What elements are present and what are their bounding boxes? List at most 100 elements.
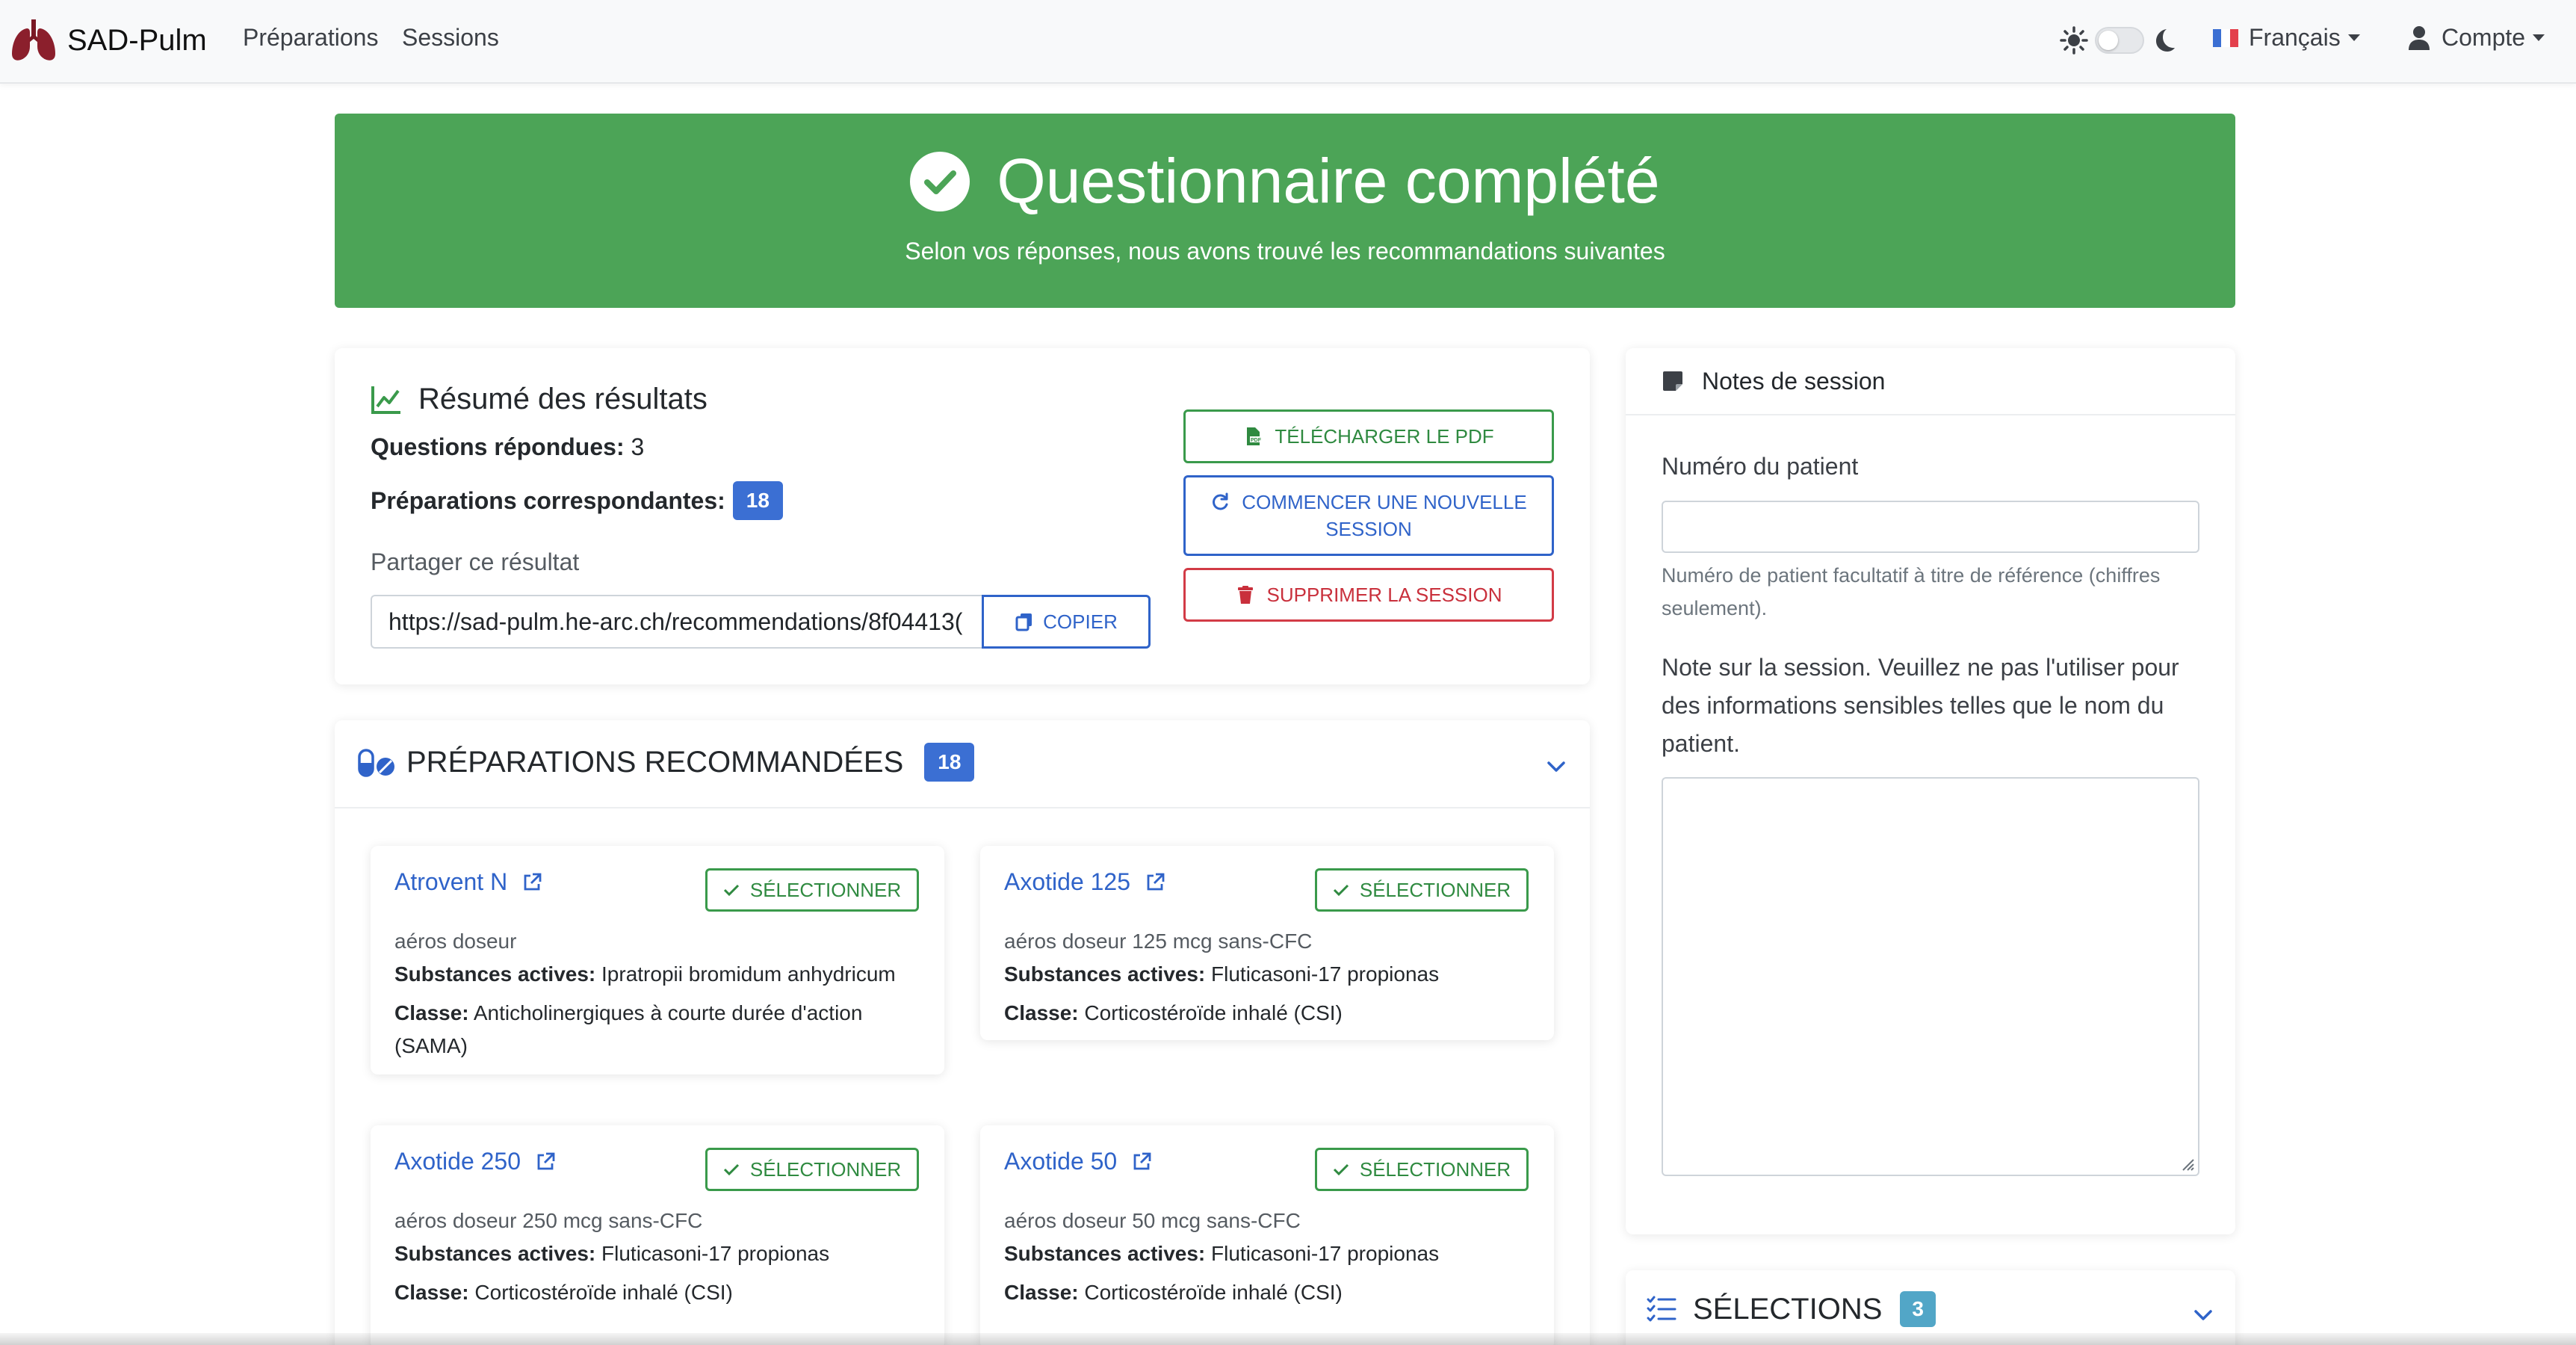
external-link-icon (524, 873, 542, 890)
toggle-knob (2099, 31, 2118, 50)
new-session-label-line1: COMMENCER UNE NOUVELLE (1242, 491, 1527, 513)
external-link-icon (1133, 1152, 1151, 1169)
download-pdf-button[interactable]: PDF TÉLÉCHARGER LE PDF (1183, 409, 1554, 463)
questions-answered-value: 3 (631, 433, 645, 460)
check-icon (1333, 884, 1349, 897)
patient-number-input[interactable] (1662, 501, 2199, 553)
chevron-down-icon[interactable] (2193, 1309, 2213, 1321)
sticky-note-icon (1663, 371, 1682, 391)
preparation-form: aéros doseur 250 mcg sans-CFC (394, 1209, 703, 1232)
summary-title-row: Résumé des résultats (371, 383, 708, 416)
class-value: Corticostéroïde inhalé (CSI) (1084, 1001, 1343, 1024)
check-circle-icon (910, 151, 970, 211)
preparation-link[interactable]: Atrovent N (394, 868, 542, 896)
session-note-textarea[interactable] (1662, 777, 2199, 1176)
select-label: SÉLECTIONNER (749, 878, 902, 901)
recommended-title: PRÉPARATIONS RECOMMANDÉES (406, 745, 904, 779)
select-button[interactable]: SÉLECTIONNER (705, 1148, 919, 1191)
recommended-count-badge: 18 (924, 743, 975, 782)
class-label: Classe: (1004, 1001, 1079, 1024)
sun-icon (2060, 26, 2088, 55)
external-link-icon (1147, 873, 1165, 890)
window-bottom-edge (0, 1333, 2576, 1345)
hero-title-row: Questionnaire complété (335, 145, 2235, 217)
substances-value: Ipratropii bromidum anhydricum (601, 962, 896, 986)
questions-answered: Questions répondues: 3 (371, 433, 644, 461)
completion-banner: Questionnaire complété Selon vos réponse… (335, 114, 2235, 308)
dark-mode-toggle[interactable] (2095, 27, 2144, 54)
list-check-icon (1647, 1296, 1676, 1322)
new-session-button[interactable]: COMMENCER UNE NOUVELLE SESSION (1183, 475, 1554, 556)
language-label: Français (2249, 24, 2341, 51)
user-icon (2409, 25, 2430, 50)
preparation-class: Classe: Corticostéroïde inhalé (CSI) (1004, 1276, 1527, 1309)
class-value: Anticholinergiques à courte durée d'acti… (473, 1001, 863, 1024)
preparation-link[interactable]: Axotide 50 (1004, 1148, 1151, 1175)
preparation-card: Atrovent N SÉLECTIONNER aéros doseur Sub… (371, 846, 944, 1075)
preparation-link[interactable]: Axotide 125 (1004, 868, 1165, 896)
share-url-value: https://sad-pulm.he-arc.ch/recommendatio… (388, 608, 963, 635)
nav-link-sessions[interactable]: Sessions (402, 24, 499, 52)
copy-icon (1015, 613, 1032, 631)
class-label: Classe: (394, 1281, 469, 1304)
substances-label: Substances actives: (394, 1242, 596, 1265)
language-dropdown[interactable]: Français (2213, 24, 2360, 52)
substances-value: Fluticasoni-17 propionas (601, 1242, 830, 1265)
selections-title-row: SÉLECTIONS 3 (1647, 1291, 1936, 1327)
preparation-name: Atrovent N (394, 868, 508, 895)
selections-count-badge: 3 (1900, 1291, 1936, 1327)
select-button[interactable]: SÉLECTIONNER (1315, 868, 1529, 912)
svg-text:PDF: PDF (1251, 438, 1262, 443)
french-flag-icon (2213, 28, 2238, 47)
class-label: Classe: (1004, 1281, 1079, 1304)
notes-title: Notes de session (1702, 367, 1886, 395)
preparation-class: Classe: Corticostéroïde inhalé (CSI) (394, 1276, 917, 1309)
class-value: Corticostéroïde inhalé (CSI) (1084, 1281, 1343, 1304)
caret-down-icon (2533, 34, 2545, 41)
preparation-form: aéros doseur 50 mcg sans-CFC (1004, 1209, 1301, 1232)
substances-label: Substances actives: (394, 962, 596, 986)
brand[interactable]: SAD-Pulm (10, 16, 207, 64)
check-icon (723, 884, 739, 897)
preparation-card: Axotide 250 SÉLECTIONNER aéros doseur 25… (371, 1125, 944, 1345)
account-dropdown[interactable]: Compte (2407, 24, 2545, 52)
line-chart-icon (371, 386, 400, 414)
preparation-form: aéros doseur 125 mcg sans-CFC (1004, 930, 1313, 953)
moon-icon (2156, 29, 2175, 52)
trash-icon (1237, 586, 1253, 604)
questions-answered-label: Questions répondues: (371, 433, 625, 460)
share-url-input[interactable]: https://sad-pulm.he-arc.ch/recommendatio… (371, 595, 982, 649)
nav-link-preparations[interactable]: Préparations (243, 24, 378, 52)
preparation-substances: Substances actives: Fluticasoni-17 propi… (1004, 1237, 1527, 1270)
patient-number-help: Numéro de patient facultatif à titre de … (1662, 564, 2161, 619)
refresh-icon (1213, 492, 1228, 510)
check-icon (1333, 1163, 1349, 1176)
preparation-substances: Substances actives: Fluticasoni-17 propi… (1004, 958, 1527, 991)
pdf-file-icon: PDF (1247, 427, 1263, 445)
preparation-link[interactable]: Axotide 250 (394, 1148, 555, 1175)
lungs-logo-icon (12, 19, 55, 61)
patient-number-label: Numéro du patient (1662, 453, 1859, 480)
copy-button[interactable]: COPIER (982, 595, 1151, 649)
substances-label: Substances actives: (1004, 962, 1206, 986)
select-button[interactable]: SÉLECTIONNER (1315, 1148, 1529, 1191)
substances-label: Substances actives: (1004, 1242, 1206, 1265)
select-button[interactable]: SÉLECTIONNER (705, 868, 919, 912)
class-value-cont: (SAMA) (394, 1034, 468, 1057)
hero-subtitle: Selon vos réponses, nous avons trouvé le… (905, 238, 1665, 265)
preparation-class: Classe: Anticholinergiques à courte duré… (394, 997, 917, 1063)
hero-title: Questionnaire complété (997, 146, 1660, 216)
preparation-card: Axotide 50 SÉLECTIONNER aéros doseur 50 … (980, 1125, 1554, 1345)
substances-value: Fluticasoni-17 propionas (1211, 1242, 1440, 1265)
class-value: Corticostéroïde inhalé (CSI) (474, 1281, 733, 1304)
delete-session-button[interactable]: SUPPRIMER LA SESSION (1183, 568, 1554, 622)
recommended-title-row: PRÉPARATIONS RECOMMANDÉES 18 (357, 743, 975, 782)
session-note-label: Note sur la session. Veuillez ne pas l'u… (1662, 654, 2179, 757)
matching-preparations-label: Préparations correspondantes: (371, 486, 725, 514)
chevron-down-icon[interactable] (1546, 761, 1566, 773)
preparation-card: Axotide 125 SÉLECTIONNER aéros doseur 12… (980, 846, 1554, 1040)
resize-handle-icon[interactable] (2180, 1157, 2195, 1172)
brand-name: SAD-Pulm (67, 23, 207, 57)
external-link-icon (537, 1152, 555, 1169)
recommended-header[interactable]: PRÉPARATIONS RECOMMANDÉES 18 (335, 720, 1590, 808)
